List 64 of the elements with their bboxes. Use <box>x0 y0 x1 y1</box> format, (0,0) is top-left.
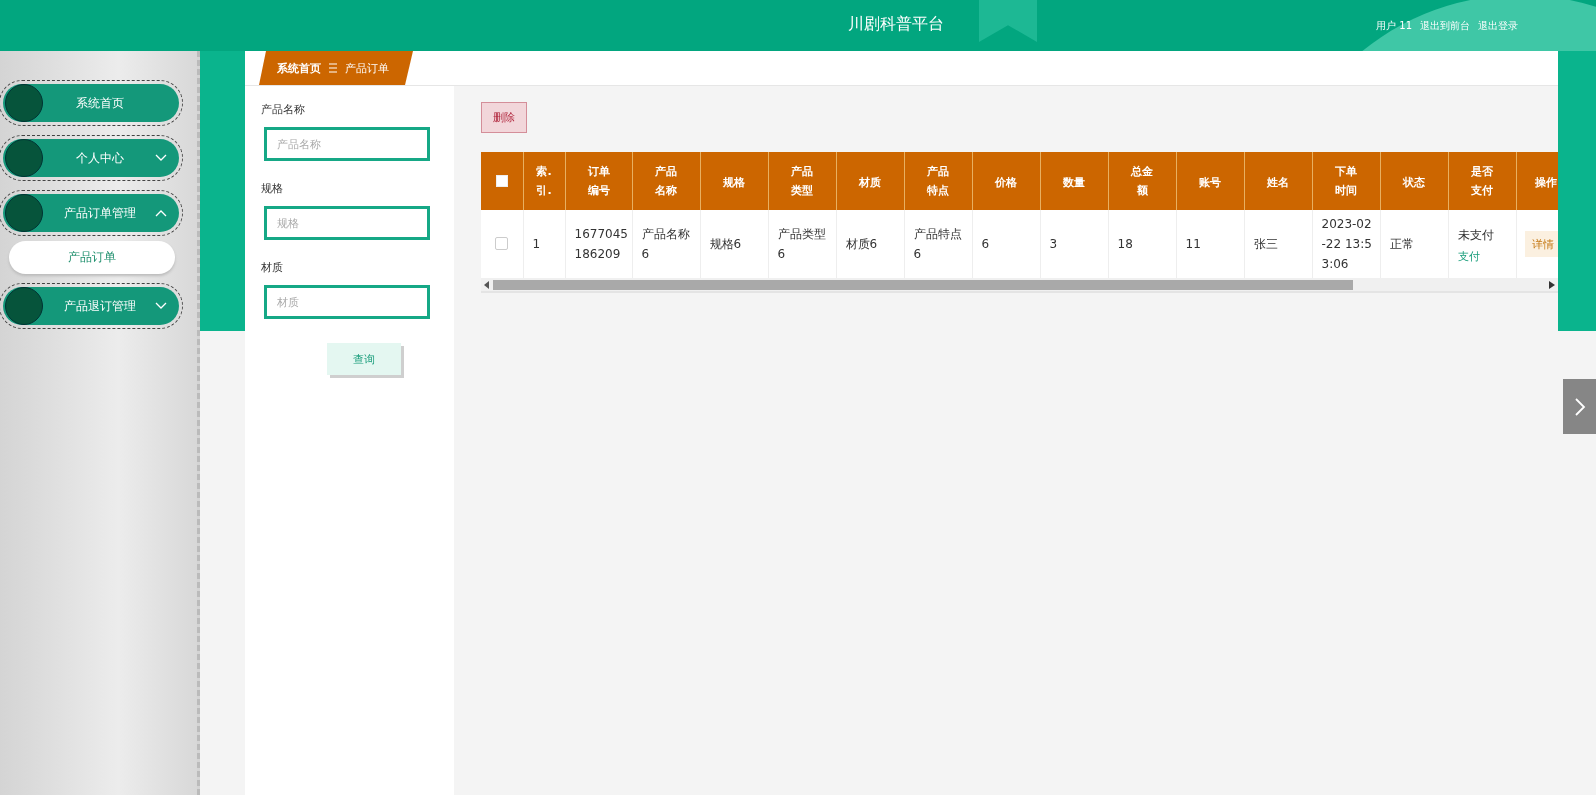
bookmark-decoration <box>979 0 1037 42</box>
column-header: 材质 <box>859 174 881 191</box>
table-cell-text: 11 <box>1185 236 1202 253</box>
table-cell-text: 产品特点 6 <box>913 226 963 263</box>
circle-icon <box>5 84 43 122</box>
detail-button[interactable]: 详情 <box>1524 231 1558 257</box>
column-header: 产品名称 <box>654 164 678 199</box>
column-header: 订单编号 <box>586 164 611 199</box>
horizontal-scrollbar[interactable] <box>481 278 1558 293</box>
site-title: 川剧科普平台 <box>848 14 944 35</box>
table-cell-text: 产品名称 6 <box>641 226 691 263</box>
next-arrow-button[interactable] <box>1563 379 1596 434</box>
chevron-icon <box>155 154 167 162</box>
table-cell-text: 18 <box>1117 236 1134 253</box>
column-header: 总金额 <box>1130 164 1154 199</box>
circle-icon <box>5 139 43 177</box>
breadcrumb-current: 产品订单 <box>345 60 389 76</box>
field-label: 产品名称 <box>261 102 306 117</box>
chevron-icon <box>155 302 167 310</box>
column-header: 状态 <box>1403 174 1425 191</box>
triangle-left-icon[interactable] <box>484 280 490 289</box>
column-header: 账号 <box>1199 174 1221 191</box>
table-cell-text: 2023-02 -22 13:5 3:06 <box>1321 216 1373 273</box>
column-header: 姓名 <box>1267 174 1289 191</box>
search-field[interactable]: 规格 <box>264 206 430 240</box>
table-cell-text: 1677045 186209 <box>574 226 629 263</box>
column-header: 下单时间 <box>1334 164 1358 199</box>
circle-icon <box>5 194 43 232</box>
column-header: 是否支付 <box>1470 164 1494 199</box>
table-cell-text: 张三 <box>1253 236 1279 253</box>
search-field[interactable]: 产品名称 <box>264 127 430 161</box>
header-link[interactable]: 退出到前台 <box>1420 18 1470 33</box>
chevron-icon <box>155 209 167 217</box>
table-cell-text: 正常 <box>1389 236 1415 253</box>
column-header: 产品特点 <box>926 164 950 199</box>
circle-icon <box>5 287 43 325</box>
field-label: 规格 <box>261 181 284 196</box>
table-cell-text: 1 <box>532 236 542 253</box>
triangle-right-icon[interactable] <box>1549 280 1555 289</box>
table-cell-text: 3 <box>1049 236 1059 253</box>
table-cell-text: 未支付 <box>1457 226 1495 244</box>
table-cell-text: 6 <box>981 236 991 253</box>
column-header: 产品类型 <box>790 164 814 199</box>
column-header: 操作 <box>1535 174 1557 191</box>
table-cell-text: 规格6 <box>709 236 743 253</box>
delete-button[interactable]: 删除 <box>481 102 527 133</box>
chevron-right-icon <box>1573 396 1586 417</box>
submenu-item[interactable]: 产品订单 <box>9 241 175 274</box>
table-cell-text: 产品类型 6 <box>777 226 827 263</box>
field-label: 材质 <box>261 260 284 275</box>
user-name: 用户 11 <box>1376 18 1412 33</box>
header-link[interactable]: 退出登录 <box>1478 18 1518 33</box>
column-header: 规格 <box>723 174 745 191</box>
search-button[interactable]: 查询 <box>327 343 401 375</box>
search-field[interactable]: 材质 <box>264 285 430 319</box>
select-all-checkbox[interactable] <box>495 174 508 187</box>
column-header: 价格 <box>995 174 1017 191</box>
row-checkbox[interactable] <box>495 236 509 250</box>
column-header: 索.引. <box>535 164 553 199</box>
table-cell-text: 材质6 <box>845 236 879 253</box>
pay-link[interactable]: 支付 <box>1457 248 1480 264</box>
menu-icon <box>329 63 337 73</box>
column-header: 数量 <box>1063 174 1085 191</box>
breadcrumb-link[interactable]: 系统首页 <box>277 60 321 76</box>
